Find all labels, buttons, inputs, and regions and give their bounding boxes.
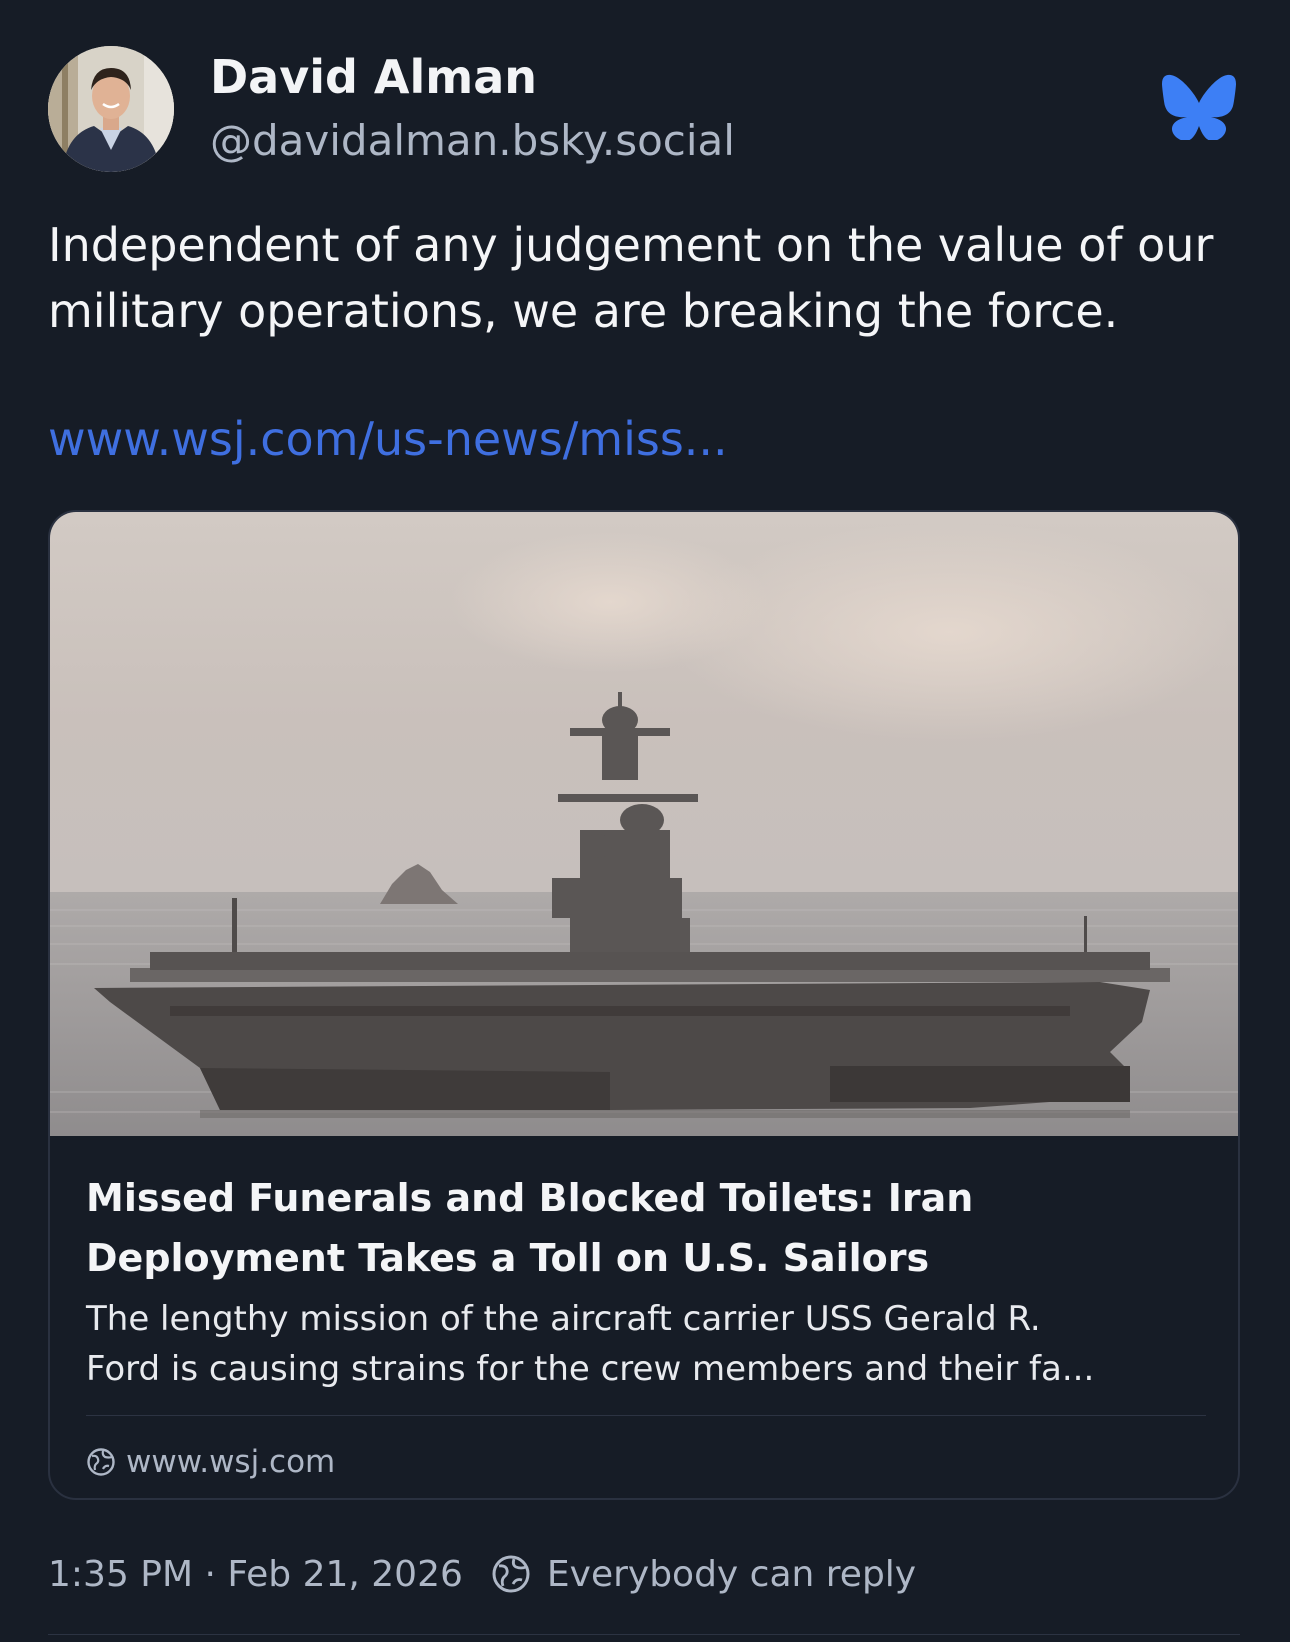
- link-card-description-line: Ford is causing strains for the crew mem…: [86, 1349, 1095, 1389]
- link-card-domain-text: www.wsj.com: [126, 1444, 336, 1480]
- author-avatar[interactable]: [48, 46, 174, 172]
- link-card-description: The lengthy mission of the aircraft carr…: [86, 1294, 1206, 1394]
- link-card[interactable]: Missed Funerals and Blocked Toilets: Ira…: [48, 510, 1240, 1500]
- author-handle[interactable]: @davidalman.bsky.social: [210, 116, 735, 165]
- globe-icon: [87, 1448, 115, 1476]
- post-text: Independent of any judgement on the valu…: [48, 212, 1248, 344]
- bluesky-butterfly-icon: [1162, 74, 1236, 142]
- post-link[interactable]: www.wsj.com/us-news/miss...: [48, 412, 728, 466]
- reply-setting[interactable]: Everybody can reply: [547, 1554, 916, 1595]
- post-text-line: military operations, we are breaking the…: [48, 284, 1119, 338]
- author-display-name[interactable]: David Alman: [210, 50, 537, 104]
- link-card-divider: [86, 1415, 1206, 1416]
- link-card-title-line: Missed Funerals and Blocked Toilets: Ira…: [86, 1176, 974, 1220]
- bottom-divider: [48, 1634, 1240, 1635]
- post-meta: 1:35 PM · Feb 21, 2026 Everybody can rep…: [48, 1548, 916, 1600]
- link-card-title[interactable]: Missed Funerals and Blocked Toilets: Ira…: [86, 1168, 1206, 1288]
- post-timestamp: 1:35 PM · Feb 21, 2026: [48, 1553, 463, 1595]
- post-text-line: Independent of any judgement on the valu…: [48, 218, 1214, 272]
- link-card-image[interactable]: [50, 512, 1238, 1136]
- link-card-domain: www.wsj.com: [86, 1442, 335, 1482]
- link-card-description-line: The lengthy mission of the aircraft carr…: [86, 1299, 1041, 1339]
- link-card-title-line: Deployment Takes a Toll on U.S. Sailors: [86, 1236, 930, 1280]
- globe-icon: [492, 1555, 530, 1593]
